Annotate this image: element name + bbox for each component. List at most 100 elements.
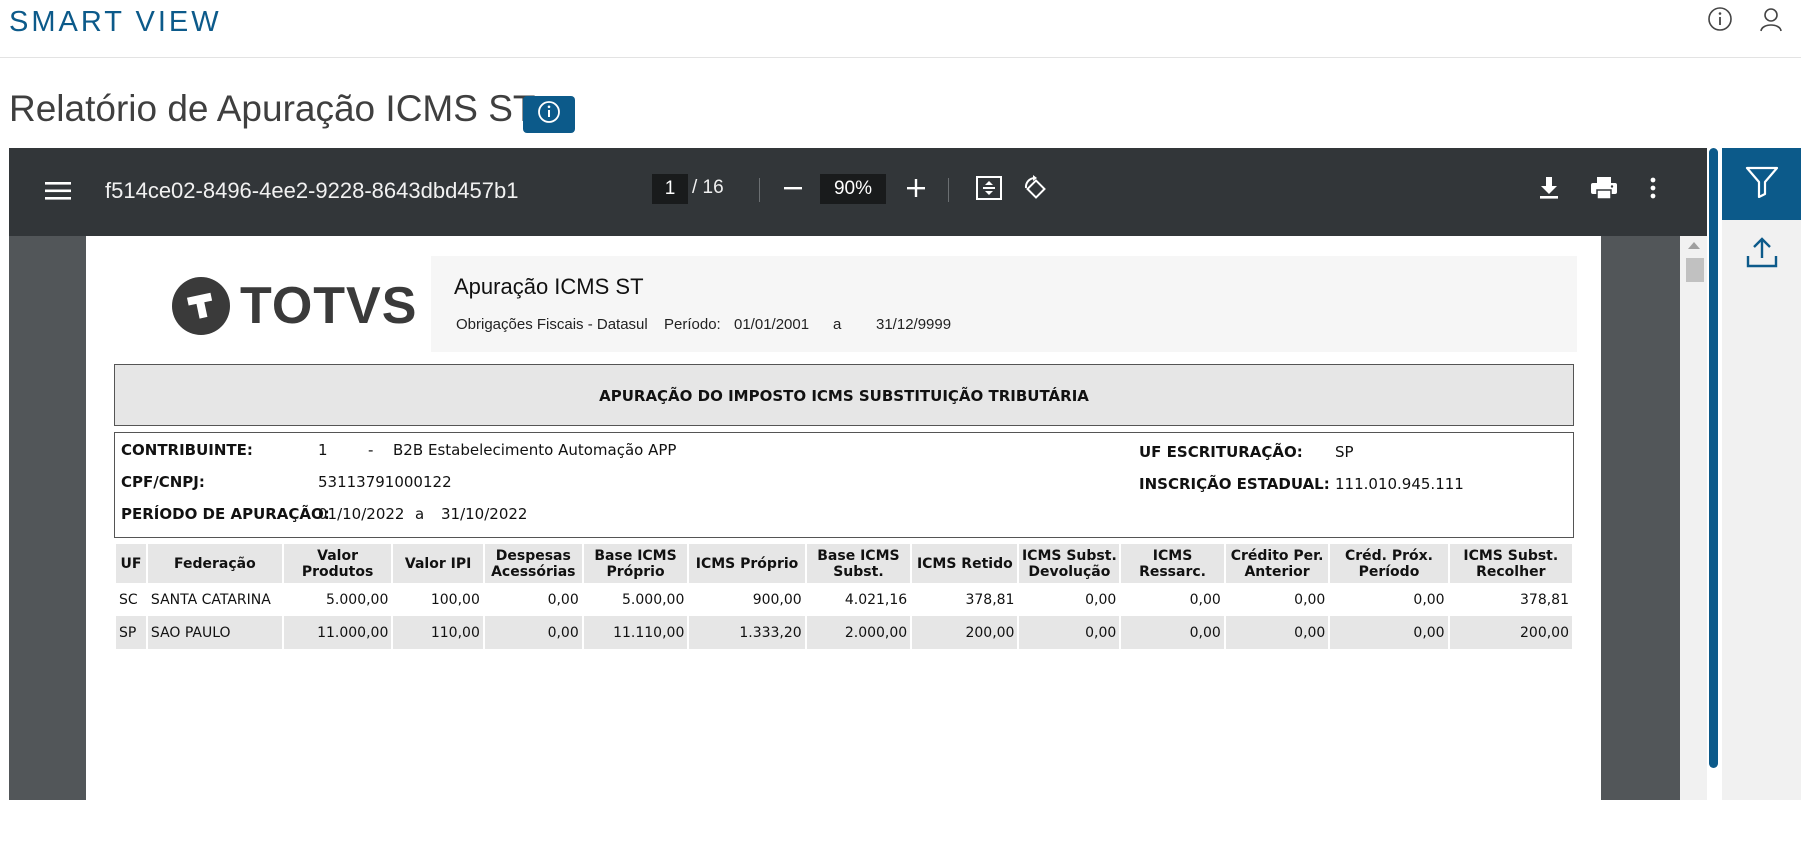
table-row: SC SANTA CATARINA 5.000,00 100,00 0,00 5… (116, 583, 1572, 616)
inscricao-estadual-label: INSCRIÇÃO ESTADUAL: (1139, 475, 1330, 493)
column-header: Despesas Acessórias (484, 544, 582, 583)
column-header: Créd. Próx. Período (1330, 544, 1448, 583)
pdf-page: TOTVS Apuração ICMS ST Obrigações Fiscai… (86, 236, 1601, 800)
table-cell: 110,00 (393, 616, 483, 649)
contribuinte-est: B2B (393, 441, 424, 459)
table-cell: 0,00 (484, 616, 582, 649)
apuracao-label: PERÍODO DE APURAÇÃO: (121, 505, 330, 523)
table-row: SP SAO PAULO 11.000,00 110,00 0,00 11.11… (116, 616, 1572, 649)
filter-icon (1745, 166, 1779, 203)
print-icon (1590, 176, 1618, 205)
download-icon (1538, 176, 1560, 205)
inscricao-estadual-value: 111.010.945.111 (1335, 475, 1464, 493)
rotate-button[interactable] (1019, 174, 1051, 206)
contribuinte-name: Estabelecimento Automação APP (428, 441, 677, 459)
toolbar-divider (759, 178, 760, 202)
section-title: APURAÇÃO DO IMPOSTO ICMS SUBSTITUIÇÃO TR… (599, 387, 1089, 405)
periodo-to: 31/12/9999 (876, 316, 952, 333)
pdf-toolbar: f514ce02-8496-4ee2-9228-8643dbd457b1 1 /… (9, 148, 1707, 236)
side-panel (1722, 148, 1801, 800)
cnpj-label: CPF/CNPJ: (121, 473, 205, 491)
zoom-out-button[interactable] (779, 176, 807, 204)
fit-to-page-icon (975, 175, 1003, 206)
uf-escrituracao-value: SP (1335, 443, 1354, 461)
info-icon[interactable] (1707, 6, 1733, 32)
table-cell: 1.333,20 (689, 616, 805, 649)
icms-st-table: UF Federação Valor Produtos Valor IPI De… (114, 544, 1574, 649)
table-cell: 0,00 (1085, 591, 1117, 608)
totvs-logo-text: TOTVS (240, 277, 418, 335)
apuracao-separator: a (415, 505, 425, 523)
report-header-title: Apuração ICMS ST (454, 274, 644, 299)
page-title: Relatório de Apuração ICMS ST (9, 88, 536, 129)
more-vert-icon (1650, 177, 1656, 204)
table-cell: 0,00 (1225, 616, 1329, 649)
report-info-button[interactable] (523, 96, 575, 133)
pdf-viewer: f514ce02-8496-4ee2-9228-8643dbd457b1 1 /… (9, 148, 1707, 800)
column-header: ICMS Ressarc. (1121, 544, 1224, 583)
filter-button[interactable] (1722, 148, 1801, 220)
table-cell: 4.021,16 (844, 591, 908, 608)
report-header-box (431, 256, 1577, 352)
column-header: Valor IPI (393, 544, 483, 583)
table-cell: 900,00 (752, 591, 802, 608)
column-header: ICMS Próprio (689, 544, 805, 583)
table-cell: 378,81 (965, 591, 1015, 608)
scroll-thumb[interactable] (1686, 258, 1704, 282)
apuracao-from: 01/10/2022 (318, 505, 405, 523)
page-number-input[interactable]: 1 (652, 174, 688, 204)
app-brand[interactable]: SMART VIEW (9, 6, 222, 39)
minus-icon (783, 178, 803, 203)
table-cell: SP (116, 616, 146, 649)
column-header: Crédito Per. Anterior (1225, 544, 1329, 583)
contribuinte-code: 1 (318, 441, 328, 459)
download-button[interactable] (1533, 174, 1565, 206)
scroll-up-icon[interactable] (1688, 242, 1700, 249)
table-cell: 0,00 (1413, 591, 1445, 608)
table-cell: 200,00 (1449, 616, 1572, 649)
periodo-separator: a (833, 316, 842, 333)
table-header-row: UF Federação Valor Produtos Valor IPI De… (116, 544, 1572, 583)
zoom-in-button[interactable] (902, 176, 930, 204)
table-cell: 0,00 (1189, 591, 1221, 608)
user-icon[interactable] (1758, 6, 1784, 32)
table-cell: 378,81 (1520, 591, 1569, 608)
section-title-box: APURAÇÃO DO IMPOSTO ICMS SUBSTITUIÇÃO TR… (114, 364, 1574, 426)
column-header: Base ICMS Próprio (583, 544, 688, 583)
table-cell: 0,00 (1121, 616, 1224, 649)
fit-page-button[interactable] (973, 174, 1005, 206)
column-header: Federação (147, 544, 282, 583)
menu-icon[interactable] (43, 176, 73, 206)
page-scrollbar[interactable] (1709, 148, 1718, 768)
column-header: ICMS Subst. Recolher (1449, 544, 1572, 583)
totvs-logo-icon (172, 277, 230, 335)
table-cell: 5.000,00 (326, 591, 389, 608)
print-button[interactable] (1587, 174, 1621, 206)
periodo-from: 01/01/2001 (734, 316, 810, 333)
column-header: ICMS Subst. Devolução (1019, 544, 1120, 583)
top-bar: SMART VIEW (0, 0, 1801, 58)
periodo-label: Período: (664, 316, 721, 333)
apuracao-to: 31/10/2022 (441, 505, 528, 523)
table-cell: 11.110,00 (583, 616, 688, 649)
export-button[interactable] (1722, 230, 1801, 280)
rotate-icon (1021, 174, 1049, 207)
totvs-logo: TOTVS (172, 276, 417, 336)
more-options-button[interactable] (1643, 174, 1663, 206)
zoom-level-input[interactable]: 90% (820, 174, 886, 204)
toolbar-divider (948, 178, 949, 202)
pdf-scrollbar[interactable] (1680, 236, 1707, 800)
taxpayer-info-box: CONTRIBUINTE: 1 - B2B Estabelecimento Au… (114, 432, 1574, 538)
table-cell: 200,00 (912, 616, 1018, 649)
column-header: UF (116, 544, 146, 583)
info-icon (537, 100, 561, 129)
table-cell: 2.000,00 (806, 616, 911, 649)
column-header: ICMS Retido (912, 544, 1018, 583)
table-cell: SC (119, 591, 138, 608)
table-cell: 5.000,00 (622, 591, 685, 608)
report-system-name: Obrigações Fiscais - Datasul (456, 316, 648, 333)
cnpj-value: 53113791000122 (318, 473, 452, 491)
table-cell: 11.000,00 (283, 616, 392, 649)
table-cell: 0,00 (547, 591, 579, 608)
column-header: Base ICMS Subst. (806, 544, 911, 583)
